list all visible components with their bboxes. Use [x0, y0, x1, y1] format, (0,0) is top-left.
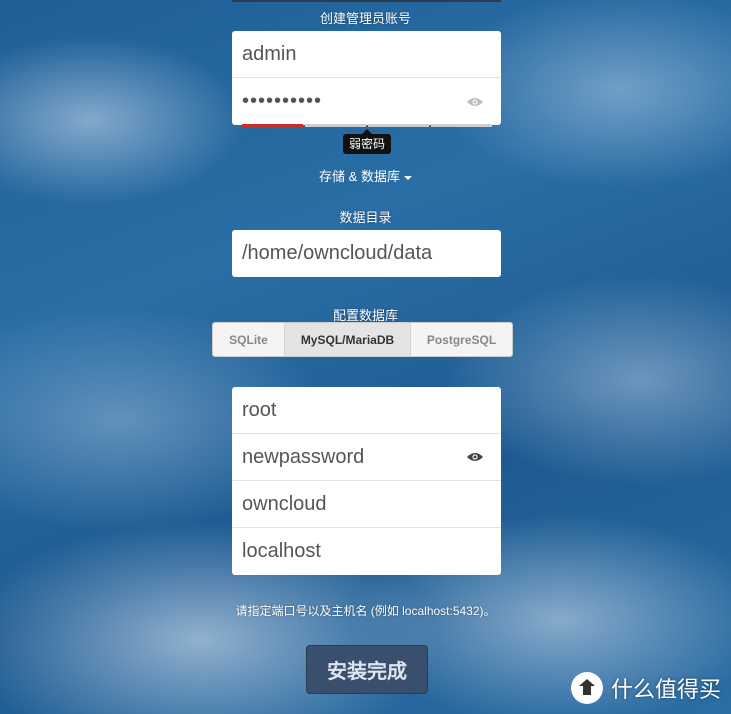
db-option-postgresql[interactable]: PostgreSQL [411, 323, 512, 356]
strength-segment [305, 124, 366, 127]
password-strength-tooltip: 弱密码 [343, 129, 392, 154]
db-name-field[interactable]: owncloud [232, 481, 501, 528]
db-option-sqlite[interactable]: SQLite [213, 323, 285, 356]
admin-account-group: admin •••••••••• [232, 31, 501, 125]
watermark-logo-icon [570, 672, 603, 704]
admin-username-field[interactable]: admin [232, 31, 501, 78]
data-dir-label: 数据目录 [339, 210, 392, 225]
admin-section-label: 创建管理员账号 [319, 11, 411, 26]
database-credentials-group: root newpassword owncloud localhost [232, 387, 501, 575]
previous-panel-edge [232, 0, 501, 2]
caret-down-icon [403, 175, 412, 180]
strength-segment [431, 124, 492, 127]
strength-segment [242, 124, 303, 127]
strength-segment [368, 124, 429, 127]
db-password-value: newpassword [242, 445, 365, 468]
storage-database-toggle[interactable]: 存储 & 数据库 [0, 166, 731, 185]
password-strength-meter [242, 124, 492, 127]
db-password-field[interactable]: newpassword [232, 434, 501, 481]
host-port-hint: 请指定端口号以及主机名 (例如 localhost:5432)。 [235, 604, 496, 618]
data-dir-group: /home/owncloud/data [232, 230, 501, 277]
show-password-icon[interactable] [467, 452, 483, 462]
admin-password-field[interactable]: •••••••••• [232, 78, 501, 125]
site-watermark: 什么值得买 [570, 672, 721, 704]
show-password-icon[interactable] [467, 97, 483, 107]
db-option-mysql[interactable]: MySQL/MariaDB [285, 323, 411, 356]
db-user-field[interactable]: root [232, 387, 501, 434]
watermark-text: 什么值得买 [610, 677, 721, 702]
finish-setup-button[interactable]: 安装完成 [306, 645, 428, 694]
db-host-field[interactable]: localhost [232, 528, 501, 575]
storage-database-label: 存储 & 数据库 [319, 169, 400, 184]
database-type-selector: SQLite MySQL/MariaDB PostgreSQL [212, 322, 513, 357]
data-dir-field[interactable]: /home/owncloud/data [232, 230, 501, 277]
admin-password-value: •••••••••• [242, 90, 323, 112]
